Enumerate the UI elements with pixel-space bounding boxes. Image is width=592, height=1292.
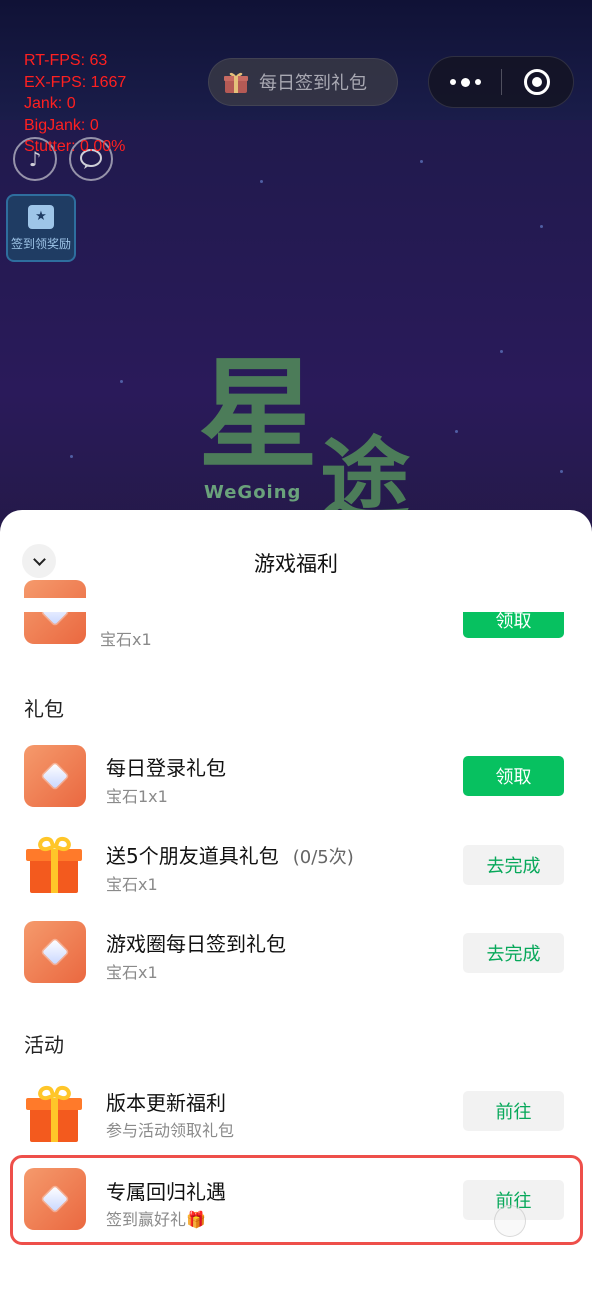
star — [260, 180, 263, 183]
close-button[interactable] — [502, 57, 573, 107]
ex-fps: EX-FPS: 1667 — [24, 73, 127, 91]
list-item: 每日登录礼包 宝石1x1 领取 — [0, 733, 592, 821]
section-label-activities: 活动 — [24, 1033, 64, 1057]
scroll-mask — [0, 598, 592, 612]
star — [455, 430, 458, 433]
logo-xing: 星 — [198, 346, 318, 485]
gift-icon — [24, 1083, 84, 1144]
rt-fps: RT-FPS: 63 — [24, 52, 108, 69]
stutter: Stutter: 0.00% — [24, 138, 126, 155]
item-sub: 参与活动领取礼包 — [106, 1121, 235, 1140]
calendar-star-icon: ★ — [28, 204, 54, 229]
gift-icon — [24, 834, 84, 895]
item-sub: 宝石x1 — [100, 630, 152, 649]
diamond-icon — [24, 580, 86, 644]
sheet-title: 游戏福利 — [254, 552, 338, 576]
item-title: 每日登录礼包 — [106, 756, 226, 780]
diamond-icon — [24, 921, 86, 983]
star — [420, 160, 423, 163]
go-complete-button[interactable]: 去完成 — [463, 845, 564, 885]
item-sub: 宝石1x1 — [106, 787, 168, 806]
logo-wegoing: WeGoing — [204, 482, 302, 503]
bigjank: BigJank: 0 — [24, 116, 99, 134]
star — [540, 225, 543, 228]
star — [500, 350, 503, 353]
checkin-pill-label: 每日签到礼包 — [259, 73, 367, 94]
list-item: 版本更新福利 参与活动领取礼包 前往 — [0, 1070, 592, 1158]
star — [70, 455, 73, 458]
item-title: 游戏圈每日签到礼包 — [106, 932, 286, 956]
gift-icon — [224, 72, 248, 93]
go-complete-button[interactable]: 去完成 — [463, 933, 564, 973]
game-logo: 星 途 WeGoing — [198, 346, 410, 526]
list-item: 送5个朋友道具礼包 (0/5次) 宝石x1 去完成 — [0, 821, 592, 909]
daily-checkin-pill[interactable]: 每日签到礼包 — [208, 58, 398, 106]
mini-game-screen: 星 途 WeGoing RT-FPS: 63 EX-FPS: 1667 Jank… — [0, 0, 592, 1292]
perf-overlay: RT-FPS: 63 EX-FPS: 1667 Jank: 0 BigJank:… — [24, 50, 126, 158]
item-title: 版本更新福利 — [106, 1091, 226, 1115]
touch-indicator — [494, 1205, 526, 1237]
star — [560, 470, 563, 473]
item-sub: 宝石x1 — [106, 875, 158, 894]
claim-button[interactable]: 领取 — [463, 756, 564, 796]
close-target-icon — [524, 69, 551, 95]
miniprogram-capsule — [428, 56, 574, 108]
go-button[interactable]: 前往 — [463, 1091, 564, 1131]
star — [120, 380, 123, 383]
more-menu-button[interactable] — [429, 57, 501, 107]
jank: Jank: 0 — [24, 95, 76, 112]
section-label-gifts: 礼包 — [24, 697, 64, 721]
sign-reward-button[interactable]: ★ 签到领奖励 — [6, 194, 76, 262]
diamond-icon — [24, 745, 86, 807]
item-count: (0/5次) — [292, 847, 354, 868]
item-sub: 宝石x1 — [106, 963, 158, 982]
sign-reward-label: 签到领奖励 — [10, 236, 71, 251]
list-item: 游戏圈每日签到礼包 宝石x1 去完成 — [0, 909, 592, 997]
item-title: 送5个朋友道具礼包 (0/5次) — [106, 844, 354, 868]
